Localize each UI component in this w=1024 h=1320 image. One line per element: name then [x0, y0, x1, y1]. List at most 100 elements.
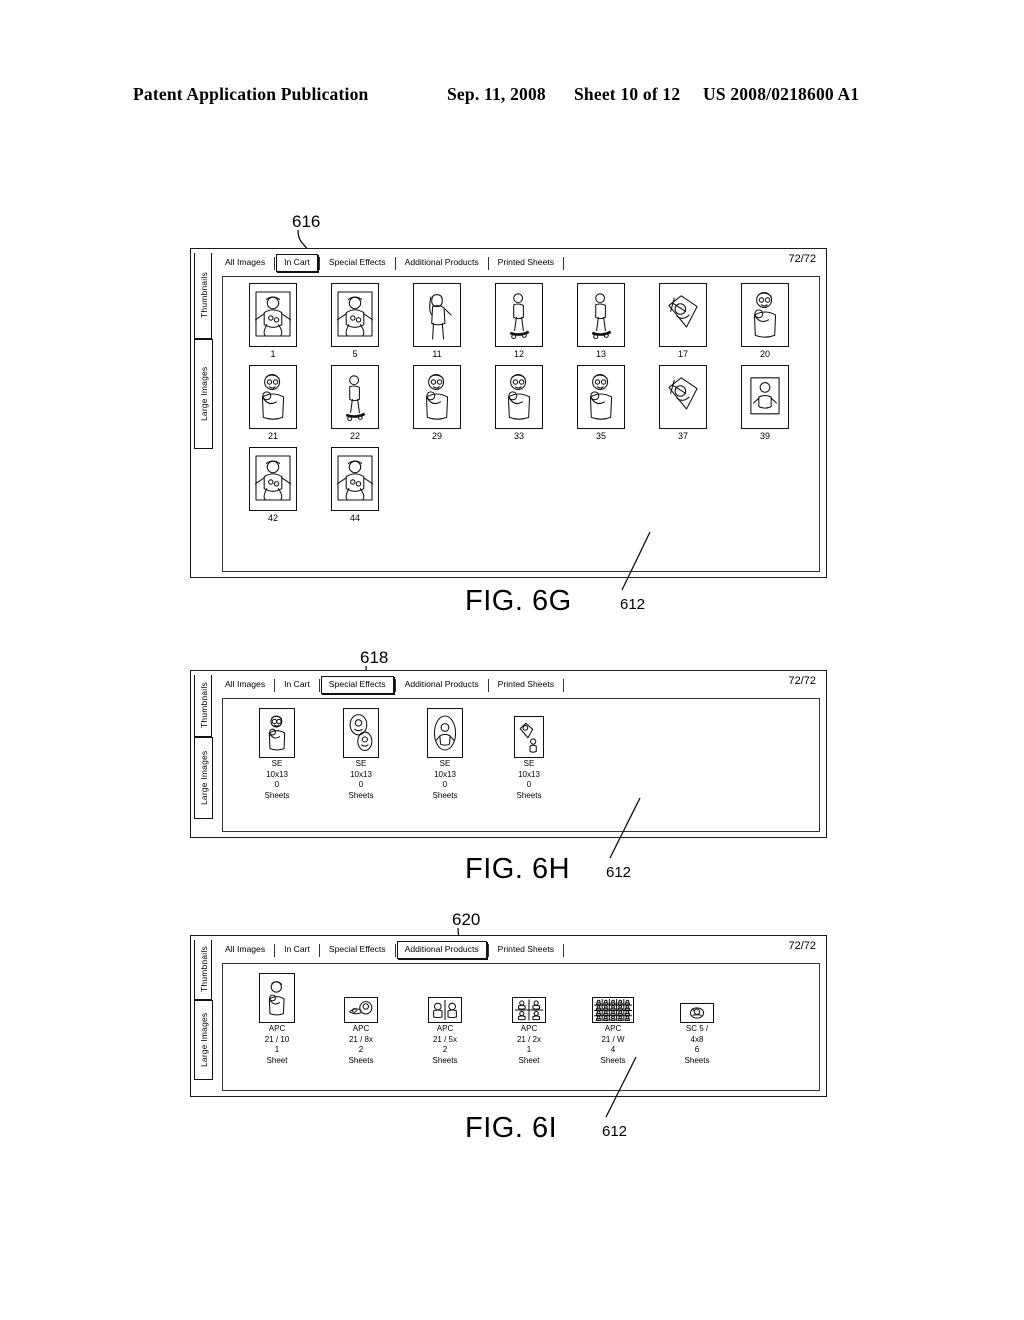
tab-printed-sheets[interactable]: Printed Sheets	[490, 254, 562, 272]
product-thumb-wrap	[427, 706, 463, 758]
tab-special-effects[interactable]: Special Effects	[321, 941, 394, 959]
vtab-large-images[interactable]: Large Images	[194, 737, 213, 819]
vtab-thumbnails[interactable]: Thumbnails	[194, 675, 212, 737]
product-qty: 0	[526, 780, 532, 789]
product-unit: Sheets	[264, 790, 290, 800]
vertical-tab-rail: Thumbnails Large Images	[191, 936, 217, 1096]
tab-printed-sheets[interactable]: Printed Sheets	[490, 676, 562, 694]
tab-additional-products[interactable]: Additional Products	[397, 254, 487, 272]
tab-printed-sheets[interactable]: Printed Sheets	[490, 941, 562, 959]
product-item[interactable]: APC 21 / 2x 1 Sheet	[487, 971, 571, 1066]
product-item[interactable]: APC 21 / 8x 2 Sheets	[319, 971, 403, 1066]
app-window-6g: Thumbnails Large Images All Images In Ca…	[190, 248, 827, 578]
tab-in-cart[interactable]: In Cart	[276, 941, 318, 959]
thumbnail-image[interactable]	[577, 365, 625, 429]
thumbnail-item[interactable]: 42	[232, 447, 314, 524]
product-thumbnail[interactable]	[514, 716, 544, 758]
product-code: APC	[604, 1024, 622, 1033]
tab-special-effects[interactable]: Special Effects	[320, 676, 394, 694]
product-item[interactable]: APC 21 / 10 1 Sheet	[235, 971, 319, 1066]
product-thumbnail[interactable]	[428, 997, 462, 1023]
special-effects-pane: SE 10x13 0 Sheets SE 10x13 0 Sheets SE 10x13 0 Sh…	[222, 698, 820, 832]
thumbnail-image[interactable]	[741, 365, 789, 429]
tab-all-images[interactable]: All Images	[217, 941, 273, 959]
thumbnail-item[interactable]: 35	[560, 365, 642, 442]
thumbnail-item[interactable]: 20	[724, 283, 806, 360]
product-thumbnail[interactable]	[259, 708, 295, 758]
thumbnail-item[interactable]: 1	[232, 283, 314, 360]
product-thumbnail[interactable]	[344, 997, 378, 1023]
thumbnail-label: 42	[267, 513, 278, 523]
thumbnail-image[interactable]	[331, 365, 379, 429]
thumbnail-item[interactable]: 39	[724, 365, 806, 442]
tab-all-images[interactable]: All Images	[217, 676, 273, 694]
product-unit: Sheets	[348, 1055, 374, 1065]
tab-special-effects[interactable]: Special Effects	[321, 254, 394, 272]
vtab-thumbnails[interactable]: Thumbnails	[194, 940, 212, 1000]
product-code: APC	[268, 1024, 286, 1033]
callout-616: 616	[292, 212, 321, 231]
tab-additional-products[interactable]: Additional Products	[396, 941, 487, 959]
thumbnail-image[interactable]	[249, 447, 297, 511]
tab-separator	[274, 256, 276, 270]
thumbnail-image[interactable]	[331, 447, 379, 511]
product-label: APC 21 / 5x 2 Sheets	[433, 1024, 458, 1066]
thumbnail-item[interactable]: 44	[314, 447, 396, 524]
tab-in-cart[interactable]: In Cart	[276, 676, 318, 694]
thumbnail-item[interactable]: 21	[232, 365, 314, 442]
product-thumbnail[interactable]	[592, 997, 634, 1023]
patent-number: US 2008/0218600 A1	[703, 84, 860, 104]
product-item[interactable]: SE 10x13 0 Sheets	[319, 706, 403, 801]
thumbnail-item[interactable]: 33	[478, 365, 560, 442]
product-item[interactable]: SE 10x13 0 Sheets	[487, 706, 571, 801]
product-item[interactable]: SC 5 /4x8 6 Sheets	[655, 971, 739, 1066]
thumbnail-item[interactable]: 11	[396, 283, 478, 360]
figure-caption-6h: FIG. 6H	[465, 853, 571, 885]
product-thumbnail[interactable]	[343, 708, 379, 758]
product-item[interactable]: APC 21 / 5x 2 Sheets	[403, 971, 487, 1066]
thumbnail-image[interactable]	[659, 365, 707, 429]
thumbnail-image[interactable]	[249, 365, 297, 429]
image-counter-6i: 72/72	[788, 940, 816, 952]
thumbnail-item[interactable]: 29	[396, 365, 478, 442]
thumbnail-image[interactable]	[413, 365, 461, 429]
thumbnail-item[interactable]: 5	[314, 283, 396, 360]
thumbnail-image[interactable]	[741, 283, 789, 347]
product-code: APC	[520, 1024, 538, 1033]
thumbnail-image[interactable]	[495, 365, 543, 429]
product-item[interactable]: SE 10x13 0 Sheets	[235, 706, 319, 801]
thumbnail-item[interactable]: 13	[560, 283, 642, 360]
thumbnail-image[interactable]	[495, 283, 543, 347]
thumbnail-item[interactable]: 37	[642, 365, 724, 442]
product-thumbnail[interactable]	[680, 1003, 714, 1023]
thumbnail-image[interactable]	[659, 283, 707, 347]
thumbnail-item[interactable]: 12	[478, 283, 560, 360]
product-grid-special-effects: SE 10x13 0 Sheets SE 10x13 0 Sheets SE 10x13 0 Sh…	[235, 706, 571, 801]
thumbnail-label: 39	[759, 431, 770, 441]
vtab-thumbnails[interactable]: Thumbnails	[194, 253, 212, 339]
thumbnail-label: 29	[431, 431, 442, 441]
tab-all-images[interactable]: All Images	[217, 254, 273, 272]
product-code: SE	[355, 759, 367, 768]
product-qty: 1	[526, 1045, 532, 1054]
vtab-large-images[interactable]: Large Images	[194, 339, 213, 449]
toolbar-6g: All Images In Cart Special Effects Addit…	[217, 252, 822, 274]
product-thumbnail[interactable]	[512, 997, 546, 1023]
product-thumbnail[interactable]	[427, 708, 463, 758]
thumbnail-item[interactable]: 22	[314, 365, 396, 442]
tab-additional-products[interactable]: Additional Products	[397, 676, 487, 694]
product-thumbnail[interactable]	[259, 973, 295, 1023]
thumbnail-image[interactable]	[249, 283, 297, 347]
vtab-large-images[interactable]: Large Images	[194, 1000, 213, 1080]
product-thumb-wrap	[428, 971, 462, 1023]
thumbnail-image[interactable]	[577, 283, 625, 347]
thumbnail-image[interactable]	[331, 283, 379, 347]
tab-in-cart[interactable]: In Cart	[276, 254, 318, 272]
product-item[interactable]: SE 10x13 0 Sheets	[403, 706, 487, 801]
product-item[interactable]: APC 21 / W 4 Sheets	[571, 971, 655, 1066]
product-unit: Sheets	[432, 1055, 458, 1065]
thumbnail-item[interactable]: 17	[642, 283, 724, 360]
thumbnail-image[interactable]	[413, 283, 461, 347]
product-label: APC 21 / 2x 1 Sheet	[517, 1024, 541, 1066]
tab-separator	[394, 943, 396, 957]
